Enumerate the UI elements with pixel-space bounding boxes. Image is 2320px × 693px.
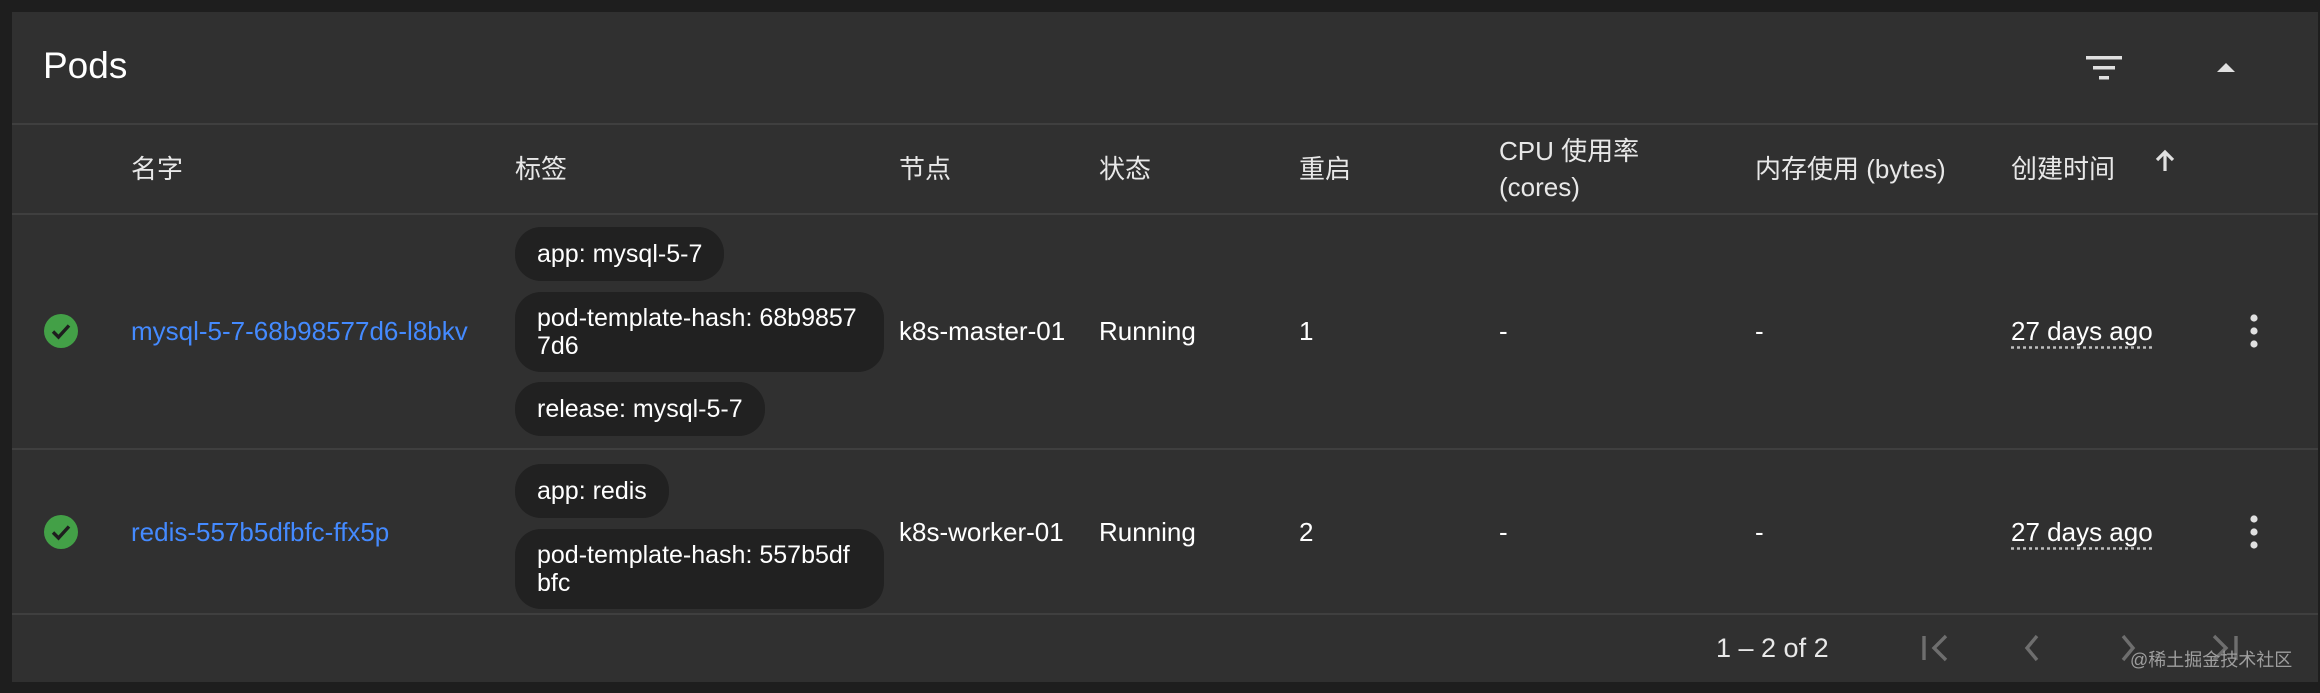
card-title: Pods xyxy=(43,45,128,86)
pod-name-link[interactable]: mysql-5-7-68b98577d6-l8bkv xyxy=(131,316,468,346)
pagination-range: 1 – 2 of 2 xyxy=(1716,633,1829,663)
row-menu-button[interactable] xyxy=(2232,306,2276,356)
label-chip: app: mysql-5-7 xyxy=(515,227,725,281)
column-header-labels: 标签 xyxy=(515,154,568,184)
pods-card: Pods 名字 标签 节点 状态 重启 CPU 使用率 (cores) 内存使用… xyxy=(12,12,2318,682)
arrow-up-icon[interactable] xyxy=(2150,146,2180,176)
column-header-cpu-line2: (cores) xyxy=(1499,172,1580,202)
column-header-restarts[interactable]: 重启 xyxy=(1299,151,1351,187)
collapse-button[interactable] xyxy=(2196,38,2256,98)
label-chip: release: mysql-5-7 xyxy=(515,382,765,436)
created-cell: 27 days ago xyxy=(2011,517,2153,547)
pod-name-link[interactable]: redis-557b5dfbfc-ffx5p xyxy=(131,517,389,547)
column-header-node[interactable]: 节点 xyxy=(899,151,951,187)
filter-icon xyxy=(2086,56,2122,80)
check-circle-icon xyxy=(44,515,78,549)
first-page-button[interactable] xyxy=(1908,623,1964,673)
paginator: 1 – 2 of 2 xyxy=(12,613,2318,682)
restarts-cell: 2 xyxy=(1299,517,1314,547)
first-page-icon xyxy=(1922,634,1948,662)
column-header-cpu[interactable]: CPU 使用率 (cores) xyxy=(1499,133,1639,205)
label-chip: pod-template-hash: 68b98577d6 xyxy=(515,292,884,372)
memory-cell: - xyxy=(1755,517,1764,547)
node-cell: k8s-master-01 xyxy=(899,316,1066,346)
cpu-cell: - xyxy=(1499,316,1508,346)
cpu-cell: - xyxy=(1499,517,1508,547)
chevron-left-icon xyxy=(2024,634,2039,662)
more-vert-icon xyxy=(2250,314,2258,348)
restarts-cell: 1 xyxy=(1299,316,1314,346)
created-cell: 27 days ago xyxy=(2011,316,2153,346)
label-chip: pod-template-hash: 557b5dfbfc xyxy=(515,529,884,609)
column-header-status[interactable]: 状态 xyxy=(1099,151,1151,187)
table-header: 名字 标签 节点 状态 重启 CPU 使用率 (cores) 内存使用 (byt… xyxy=(12,125,2318,215)
filter-button[interactable] xyxy=(2074,38,2134,98)
column-header-name[interactable]: 名字 xyxy=(131,151,183,187)
previous-page-button[interactable] xyxy=(2004,623,2060,673)
column-header-cpu-line1: CPU 使用率 xyxy=(1499,136,1640,166)
status-cell: Running xyxy=(1099,316,1196,346)
watermark: @稀土掘金技术社区 xyxy=(2130,650,2293,670)
more-vert-icon xyxy=(2250,515,2258,549)
row-menu-button[interactable] xyxy=(2232,507,2276,557)
label-chip: app: redis xyxy=(515,464,669,518)
memory-cell: - xyxy=(1755,316,1764,346)
chevron-up-icon xyxy=(2217,63,2235,72)
column-header-memory[interactable]: 内存使用 (bytes) xyxy=(1755,151,1946,187)
table-row[interactable]: redis-557b5dfbfc-ffx5p app: redis pod-te… xyxy=(12,450,2318,615)
table-row[interactable]: mysql-5-7-68b98577d6-l8bkv app: mysql-5-… xyxy=(12,215,2318,450)
column-header-created[interactable]: 创建时间 xyxy=(2011,151,2115,187)
node-cell: k8s-worker-01 xyxy=(899,517,1064,547)
check-circle-icon xyxy=(44,314,78,348)
status-cell: Running xyxy=(1099,517,1196,547)
card-header: Pods xyxy=(12,12,2318,125)
